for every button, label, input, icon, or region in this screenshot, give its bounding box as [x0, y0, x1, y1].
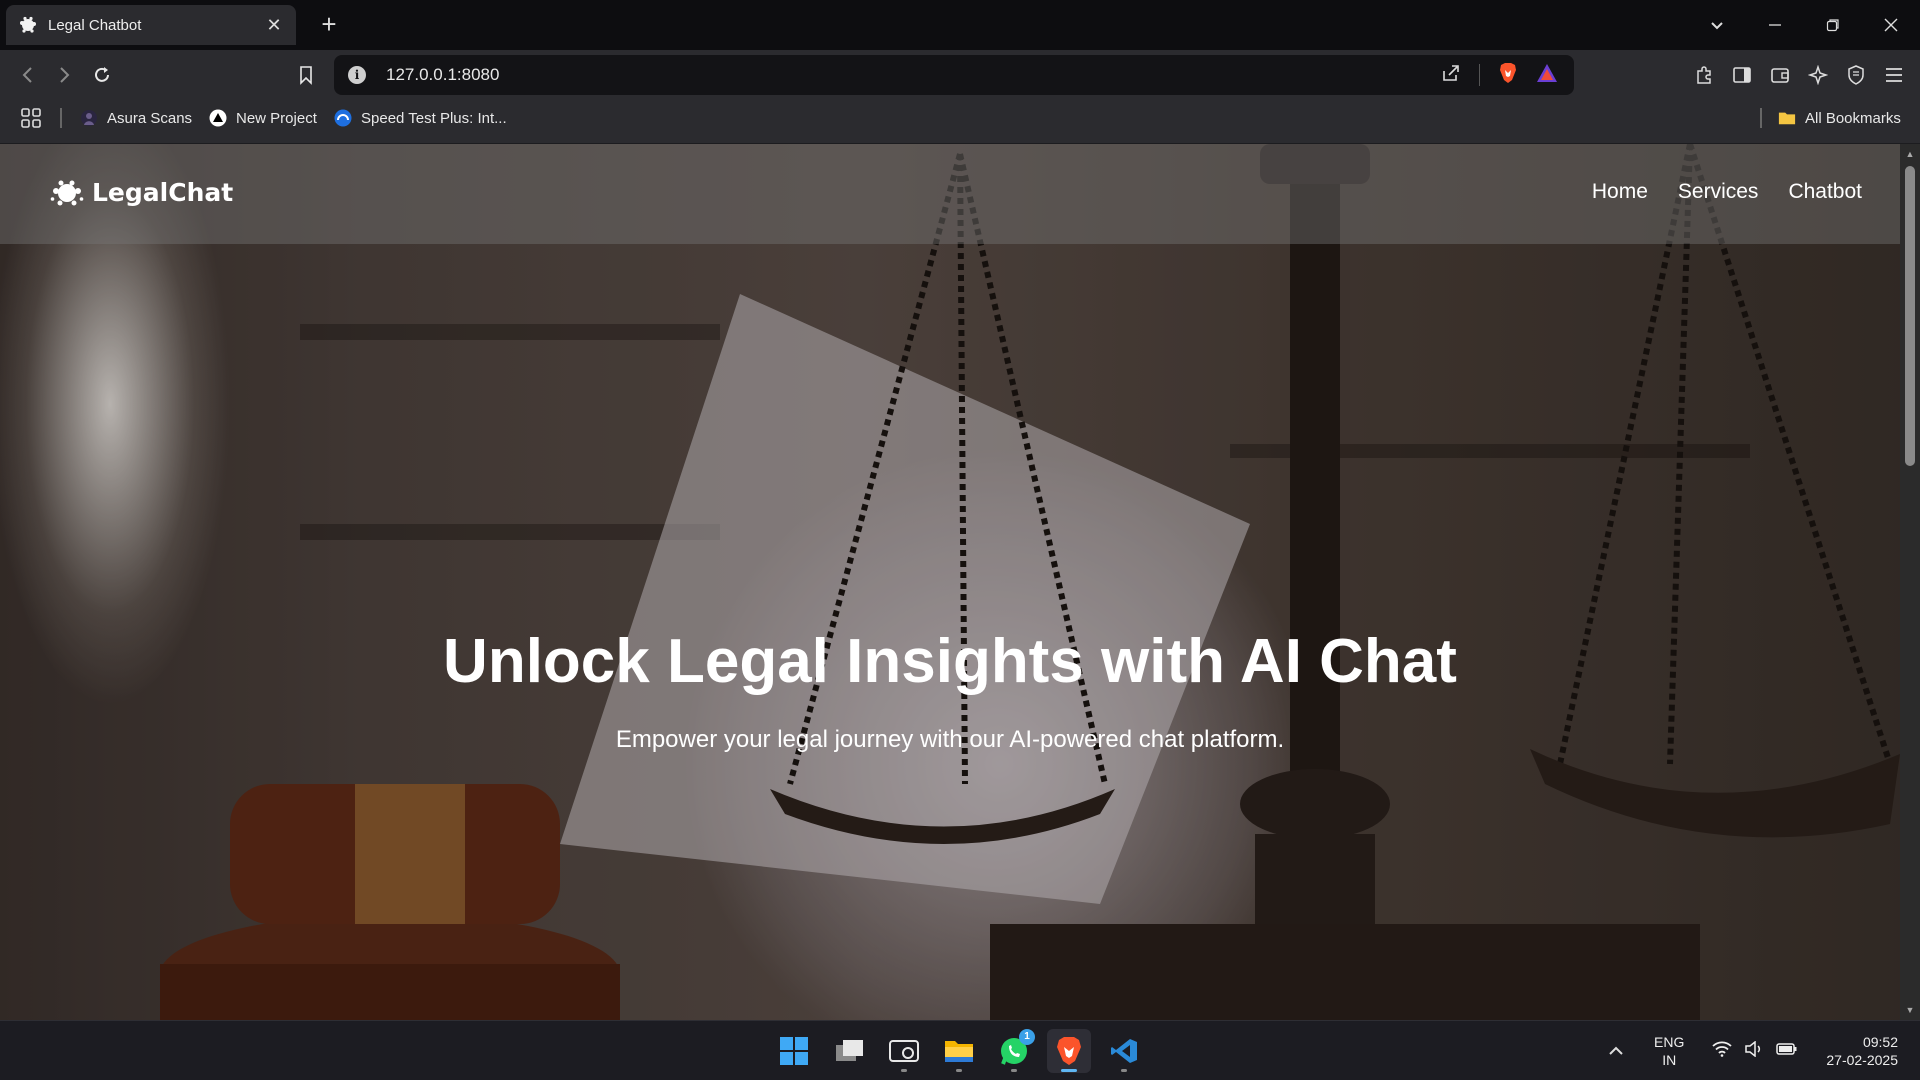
- whatsapp-icon[interactable]: 1: [992, 1029, 1036, 1073]
- scroll-down-arrow-icon[interactable]: ▼: [1900, 1002, 1920, 1018]
- asura-scans-icon: [80, 109, 98, 127]
- vercel-icon: [209, 109, 227, 127]
- brand-name: LegalChat: [92, 178, 234, 207]
- brain-logo-icon: [50, 180, 84, 205]
- new-tab-button[interactable]: +: [314, 9, 344, 39]
- nav-chatbot-link[interactable]: Chatbot: [1788, 180, 1862, 204]
- language-indicator[interactable]: ENG IN: [1654, 1033, 1684, 1069]
- task-view-icon[interactable]: [827, 1029, 871, 1073]
- screen-capture-icon[interactable]: [882, 1029, 926, 1073]
- site-logo[interactable]: LegalChat: [50, 178, 233, 207]
- share-icon[interactable]: [1441, 63, 1461, 88]
- tab-legal-chatbot[interactable]: Legal Chatbot ✕: [6, 5, 296, 45]
- bookmark-label: New Project: [236, 109, 317, 127]
- clock-date: 27-02-2025: [1826, 1052, 1898, 1068]
- bookmark-label: Asura Scans: [107, 109, 193, 127]
- system-tray: ENG IN 09:52 27-02-2025: [1608, 1021, 1920, 1080]
- running-indicator: [1121, 1069, 1127, 1072]
- page-viewport: LegalChat Home Services Chatbot Unlock L…: [0, 144, 1920, 1020]
- url-divider: [1479, 64, 1480, 86]
- speed-test-icon: [334, 109, 352, 127]
- running-indicator: [901, 1069, 907, 1072]
- bookmark-page-icon[interactable]: [292, 61, 320, 89]
- folder-icon: [1778, 109, 1796, 127]
- running-indicator: [1061, 1069, 1077, 1072]
- apps-grid-icon[interactable]: [20, 100, 42, 136]
- forward-icon[interactable]: [50, 61, 78, 89]
- restore-icon[interactable]: [1804, 0, 1862, 50]
- scroll-up-arrow-icon[interactable]: ▲: [1900, 146, 1920, 162]
- taskbar-apps: 1: [772, 1029, 1146, 1073]
- bookmarks-bar: Asura Scans New Project Speed Test Plus:…: [0, 100, 1920, 144]
- wallet-icon[interactable]: [1768, 61, 1792, 89]
- reload-icon[interactable]: [88, 61, 116, 89]
- sidebar-icon[interactable]: [1730, 61, 1754, 89]
- toolbar-right-icons: [1692, 61, 1906, 89]
- whatsapp-notification-badge: 1: [1019, 1029, 1035, 1045]
- site-info-icon[interactable]: i: [348, 66, 366, 84]
- extensions-icon[interactable]: [1692, 61, 1716, 89]
- site-navbar: LegalChat Home Services Chatbot: [0, 144, 1900, 244]
- bookmark-speed-test[interactable]: Speed Test Plus: Int...: [334, 100, 507, 136]
- all-bookmarks-label: All Bookmarks: [1805, 109, 1901, 127]
- tab-strip: Legal Chatbot ✕ +: [0, 0, 1920, 50]
- brain-favicon-icon: [20, 16, 36, 33]
- vscode-icon[interactable]: [1102, 1029, 1146, 1073]
- address-bar[interactable]: i 127.0.0.1:8080: [334, 55, 1574, 95]
- minimize-icon[interactable]: [1746, 0, 1804, 50]
- bookmark-label: Speed Test Plus: Int...: [361, 109, 507, 127]
- nav-services-link[interactable]: Services: [1678, 180, 1759, 204]
- quick-settings[interactable]: [1712, 1039, 1798, 1062]
- all-bookmarks[interactable]: All Bookmarks: [1778, 100, 1901, 136]
- nav-home-link[interactable]: Home: [1592, 180, 1648, 204]
- running-indicator: [956, 1069, 962, 1072]
- scrollbar-thumb[interactable]: [1905, 166, 1915, 466]
- taskbar-clock[interactable]: 09:52 27-02-2025: [1826, 1033, 1898, 1069]
- wifi-icon: [1712, 1041, 1732, 1062]
- url-text[interactable]: 127.0.0.1:8080: [386, 65, 1441, 85]
- hero-title: Unlock Legal Insights with AI Chat: [443, 627, 1457, 696]
- page-scrollbar[interactable]: ▲ ▼: [1900, 144, 1920, 1020]
- language-region: IN: [1662, 1052, 1677, 1068]
- back-icon[interactable]: [14, 61, 42, 89]
- running-indicator: [1011, 1069, 1017, 1072]
- start-icon[interactable]: [772, 1029, 816, 1073]
- hero-overlay: [0, 144, 1920, 1020]
- bookmark-asura-scans[interactable]: Asura Scans: [80, 100, 192, 136]
- tab-title: Legal Chatbot: [48, 16, 142, 34]
- show-hidden-icons-chevron-icon[interactable]: [1608, 1041, 1624, 1062]
- bookmarks-divider: [1760, 108, 1762, 128]
- bookmarks-divider: [60, 108, 62, 128]
- file-explorer-icon[interactable]: [937, 1029, 981, 1073]
- site-nav-links: Home Services Chatbot: [1592, 180, 1862, 204]
- brave-icon[interactable]: [1047, 1029, 1091, 1073]
- hero-subtitle: Empower your legal journey with our AI-p…: [615, 726, 1285, 753]
- tab-search-chevron-icon[interactable]: [1688, 0, 1746, 50]
- window-controls: [1688, 0, 1920, 50]
- clock-time: 09:52: [1862, 1034, 1898, 1050]
- leo-ai-icon[interactable]: [1806, 61, 1830, 89]
- volume-icon: [1744, 1039, 1764, 1062]
- language-code: ENG: [1654, 1034, 1685, 1050]
- menu-icon[interactable]: [1882, 61, 1906, 89]
- bookmark-new-project[interactable]: New Project: [209, 100, 317, 136]
- close-window-icon[interactable]: [1862, 0, 1920, 50]
- battery-icon: [1776, 1041, 1798, 1062]
- brave-rewards-icon[interactable]: [1536, 63, 1558, 88]
- windows-taskbar: 1 ENG IN 09:52 27-02-2025: [0, 1020, 1920, 1080]
- vpn-shield-icon[interactable]: [1844, 61, 1868, 89]
- brave-shields-icon[interactable]: [1498, 62, 1518, 89]
- tab-close-icon[interactable]: ✕: [264, 15, 284, 36]
